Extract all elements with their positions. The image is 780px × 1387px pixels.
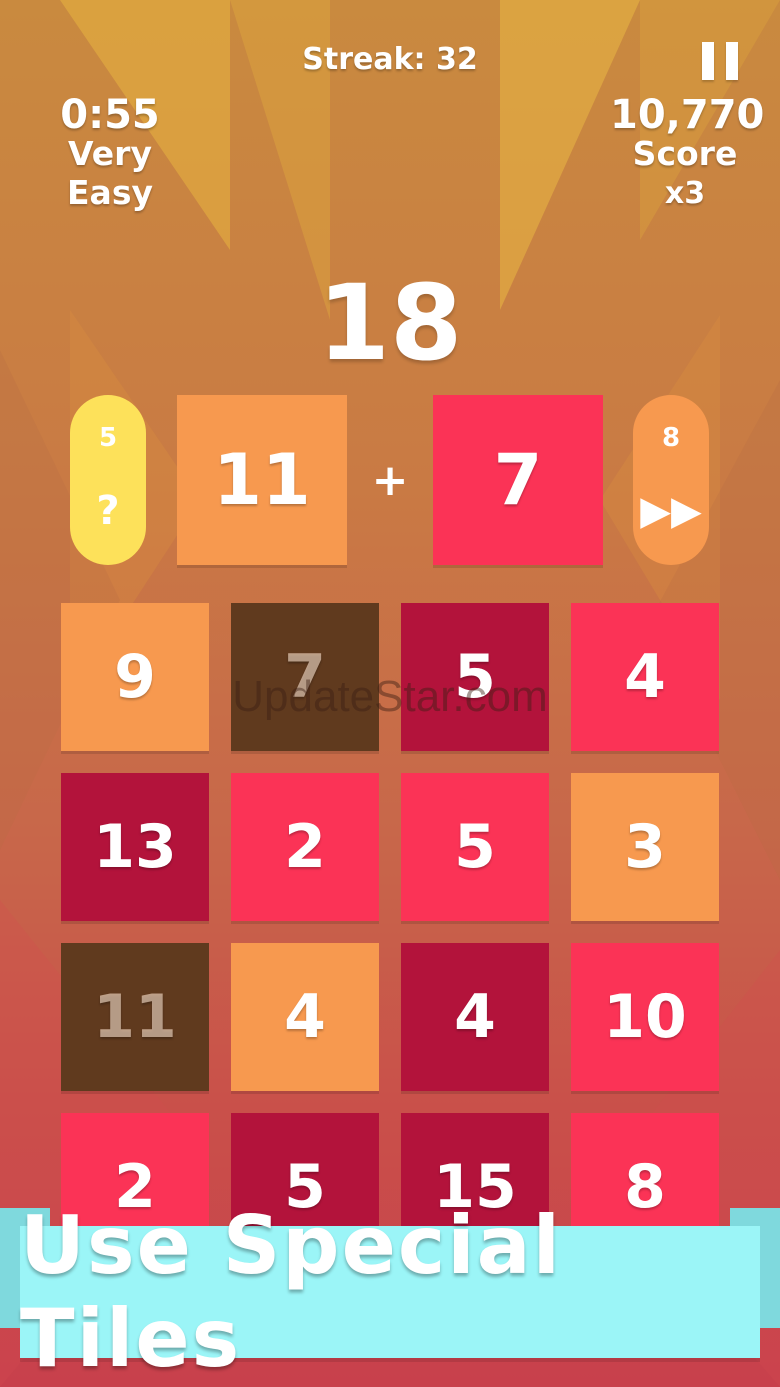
operator-sign: + bbox=[371, 455, 409, 506]
fast-forward-icon: ▶▶ bbox=[640, 488, 702, 534]
skip-powerup-button[interactable]: 8 ▶▶ bbox=[633, 395, 709, 565]
score-label: Score bbox=[632, 134, 738, 173]
selected-tile-right[interactable]: 7 bbox=[433, 395, 603, 565]
score-value: 10,770 bbox=[610, 92, 765, 138]
selected-tile-left[interactable]: 11 bbox=[177, 395, 347, 565]
grid-tile[interactable]: 4 bbox=[231, 943, 379, 1091]
skip-count: 8 bbox=[661, 423, 681, 453]
hint-count: 5 bbox=[98, 423, 118, 453]
grid-tile[interactable]: 5 bbox=[401, 773, 549, 921]
grid-tile[interactable]: 13 bbox=[61, 773, 209, 921]
grid-tile[interactable]: 3 bbox=[571, 773, 719, 921]
pause-icon-bar bbox=[726, 42, 738, 80]
timer: 0:55 bbox=[60, 92, 160, 138]
question-mark-icon: ? bbox=[96, 488, 120, 534]
hint-powerup-button[interactable]: 5 ? bbox=[70, 395, 146, 565]
difficulty-label: Very Easy bbox=[67, 134, 153, 212]
score-multiplier: x3 bbox=[664, 176, 706, 211]
pause-button[interactable] bbox=[702, 42, 738, 80]
grid-tile[interactable]: 10 bbox=[571, 943, 719, 1091]
promo-banner: Use Special Tiles bbox=[0, 1199, 780, 1385]
grid-tile[interactable]: 11 bbox=[61, 943, 209, 1091]
streak-counter: Streak: 32 bbox=[302, 42, 478, 77]
grid-tile[interactable]: 4 bbox=[401, 943, 549, 1091]
grid-tile[interactable]: 2 bbox=[231, 773, 379, 921]
pause-icon bbox=[702, 42, 714, 80]
banner-text: Use Special Tiles bbox=[20, 1199, 760, 1385]
watermark: UpdateStar.com bbox=[232, 672, 548, 721]
target-number: 18 bbox=[317, 262, 463, 384]
